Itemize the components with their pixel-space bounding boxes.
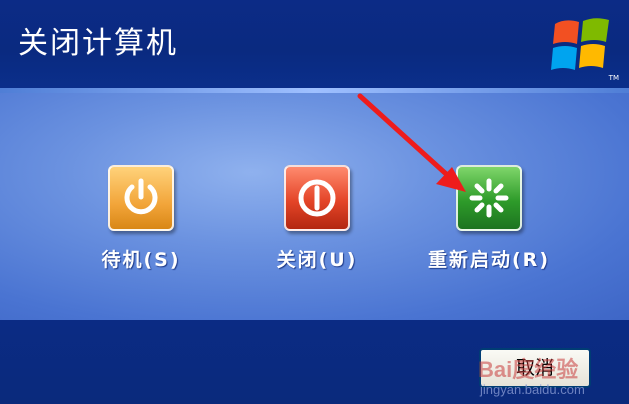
standby-label: 待机(S)	[101, 249, 181, 271]
dialog-title: 关闭计算机	[18, 26, 178, 61]
shutdown-icon	[298, 179, 336, 217]
dialog-body: 待机(S) 关闭(U) 重新启动(R)	[0, 93, 629, 320]
shutdown-dialog: 关闭计算机 TM 待机(S) 关闭(U) 重新启动(R) 取消 Bai度经验 j…	[0, 0, 629, 404]
shutdown-label: 关闭(U)	[276, 249, 358, 271]
restart-button[interactable]	[456, 165, 522, 231]
standby-button[interactable]	[108, 165, 174, 231]
restart-icon	[469, 178, 509, 218]
dialog-header: 关闭计算机 TM	[0, 0, 629, 92]
shutdown-option[interactable]: 关闭(U)	[232, 165, 402, 272]
windows-logo-icon: TM	[551, 10, 619, 82]
restart-label: 重新启动(R)	[427, 249, 550, 271]
dialog-footer: 取消 Bai度经验 jingyan.baidu.com	[0, 320, 629, 404]
trademark-text: TM	[608, 74, 619, 82]
power-icon	[124, 178, 158, 215]
cancel-button[interactable]: 取消	[479, 348, 591, 388]
restart-option[interactable]: 重新启动(R)	[404, 165, 574, 272]
shutdown-button[interactable]	[284, 165, 350, 231]
standby-option[interactable]: 待机(S)	[56, 165, 226, 272]
